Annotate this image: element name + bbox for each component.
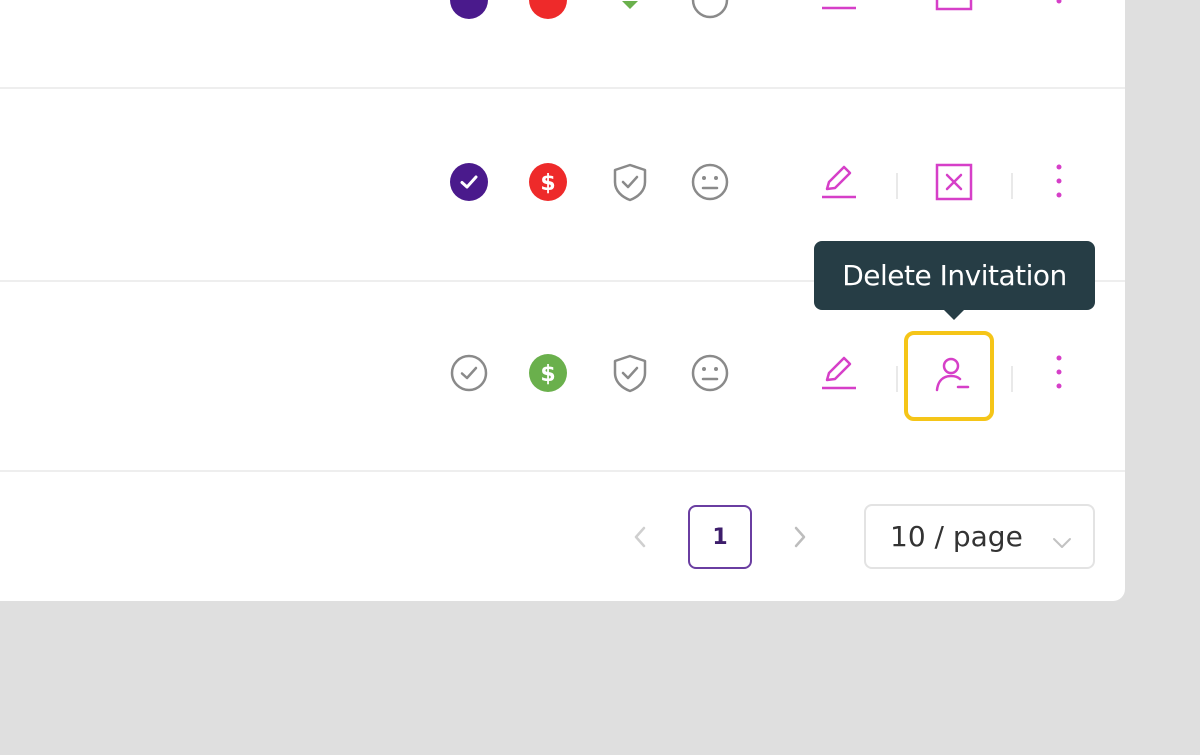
chevron-left-icon[interactable] bbox=[620, 517, 660, 557]
row-divider bbox=[0, 470, 1125, 472]
more-vertical-icon[interactable] bbox=[1039, 0, 1079, 20]
neutral-face-icon bbox=[690, 0, 730, 20]
edit-icon[interactable] bbox=[819, 162, 859, 202]
tooltip: Delete Invitation bbox=[814, 241, 1095, 310]
action-separator bbox=[1011, 366, 1013, 392]
edit-icon[interactable] bbox=[819, 353, 859, 393]
action-separator bbox=[1011, 173, 1013, 199]
delete-square-icon[interactable] bbox=[934, 0, 974, 20]
tooltip-arrow bbox=[944, 310, 964, 320]
payment-dollar-icon bbox=[528, 0, 568, 20]
unverified-check-icon bbox=[449, 353, 489, 393]
neutral-face-icon bbox=[690, 162, 730, 202]
action-separator bbox=[896, 173, 898, 199]
shield-check-icon bbox=[610, 0, 650, 20]
shield-check-icon bbox=[610, 353, 650, 393]
payment-dollar-icon: $ bbox=[528, 162, 568, 202]
page-button-current[interactable]: 1 bbox=[688, 505, 752, 569]
svg-text:$: $ bbox=[540, 171, 555, 196]
highlight-box bbox=[904, 331, 994, 421]
chevron-right-icon[interactable] bbox=[780, 517, 820, 557]
page-size-label: 10 / page bbox=[890, 520, 1023, 553]
tooltip-text: Delete Invitation bbox=[842, 259, 1067, 292]
action-separator bbox=[896, 366, 898, 392]
neutral-face-icon bbox=[690, 353, 730, 393]
svg-text:$: $ bbox=[540, 362, 555, 387]
verified-check-icon bbox=[449, 162, 489, 202]
page-size-select[interactable]: 10 / page bbox=[864, 504, 1095, 569]
payment-dollar-icon: $ bbox=[528, 353, 568, 393]
chevron-down-icon bbox=[1051, 528, 1073, 561]
more-vertical-icon[interactable] bbox=[1039, 353, 1079, 393]
delete-square-icon[interactable] bbox=[934, 162, 974, 202]
shield-check-icon bbox=[610, 162, 650, 202]
verified-check-icon bbox=[449, 0, 489, 20]
row-divider bbox=[0, 87, 1125, 89]
more-vertical-icon[interactable] bbox=[1039, 162, 1079, 202]
edit-icon[interactable] bbox=[819, 0, 859, 20]
